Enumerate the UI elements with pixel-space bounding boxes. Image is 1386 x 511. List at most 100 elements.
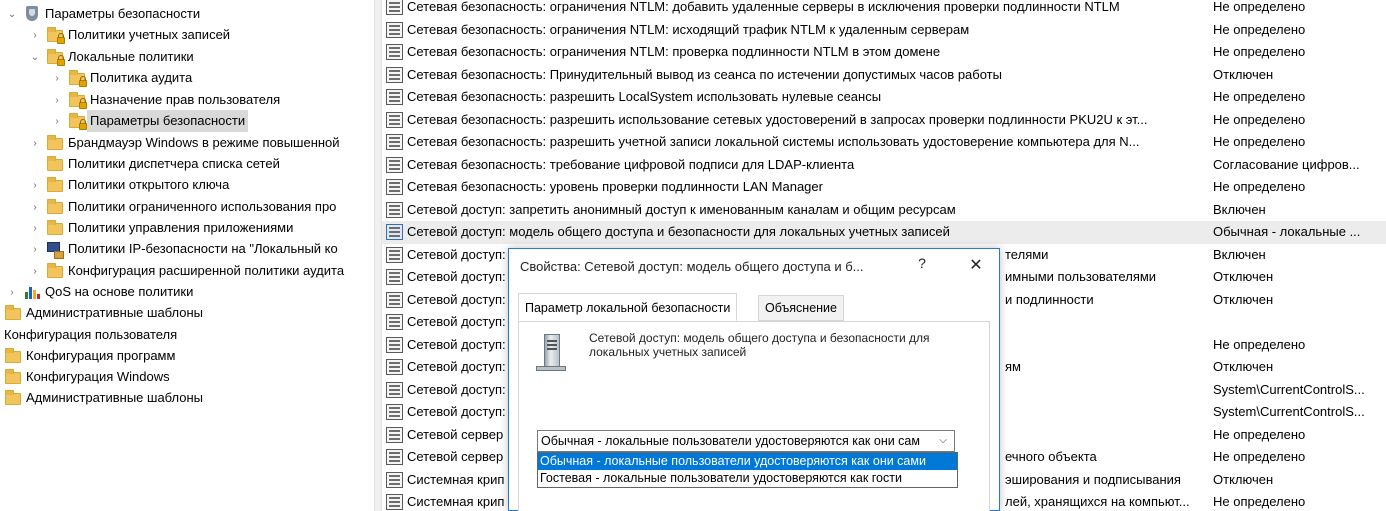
chevron-right-icon[interactable]: › xyxy=(5,285,19,299)
chevron-right-icon[interactable]: › xyxy=(28,221,42,235)
policy-row[interactable]: Сетевая безопасность: разрешить учетной … xyxy=(382,131,1386,154)
tree-item-firewall[interactable]: › Брандмауэр Windows в режиме повышенной xyxy=(28,132,340,154)
tree-item-local-policies[interactable]: ⌄ Локальные политики xyxy=(28,46,194,68)
chevron-right-icon[interactable]: › xyxy=(28,178,42,192)
policy-row[interactable]: Сетевая безопасность: ограничения NTLM: … xyxy=(382,0,1386,19)
folder-icon xyxy=(46,199,64,215)
tree-item-label: Политики IP-безопасности на "Локальный к… xyxy=(68,241,338,256)
policy-name: Сетевая безопасность: ограничения NTLM: … xyxy=(407,0,1120,15)
policy-row[interactable]: Сетевая безопасность: разрешить LocalSys… xyxy=(382,86,1386,109)
tree-item-admin-templates-computer[interactable]: Административные шаблоны xyxy=(4,302,203,324)
policy-name: Сетевой доступ: модель общего доступа и … xyxy=(407,224,950,240)
tree-item-software-settings[interactable]: Конфигурация программ xyxy=(4,345,175,367)
policy-setting: Не определено xyxy=(1213,179,1306,195)
tree-item-software-restriction[interactable]: › Политики ограниченного использования п… xyxy=(28,196,336,218)
tree-item-applocker[interactable]: › Политики управления приложениями xyxy=(28,217,293,239)
sharing-model-select[interactable]: Обычная - локальные пользователи удостов… xyxy=(537,430,955,452)
tree-item-network-list[interactable]: Политики диспетчера списка сетей xyxy=(28,153,280,175)
pane-splitter[interactable] xyxy=(374,0,382,511)
tree-item-label: Конфигурация расширенной политики аудита xyxy=(68,263,345,278)
chevron-right-icon[interactable]: › xyxy=(28,264,42,278)
policy-icon xyxy=(386,246,403,263)
policy-setting: Включен xyxy=(1213,201,1266,217)
select-value: Обычная - локальные пользователи удостов… xyxy=(541,434,920,448)
close-button[interactable]: ✕ xyxy=(964,255,988,277)
chevron-right-icon[interactable]: › xyxy=(28,28,42,42)
tree-item-windows-settings[interactable]: Конфигурация Windows xyxy=(4,366,170,388)
chevron-right-icon[interactable]: › xyxy=(50,93,64,107)
policy-row[interactable]: Сетевая безопасность: требование цифрово… xyxy=(382,154,1386,177)
policy-name: Сетевая безопасность: разрешить LocalSys… xyxy=(407,89,882,105)
ipsec-monitor-icon xyxy=(46,241,64,259)
tree-item-label: Назначение прав пользователя xyxy=(90,92,281,107)
tree-item-label: Конфигурация Windows xyxy=(26,369,170,384)
chevron-right-icon[interactable]: › xyxy=(50,71,64,85)
policy-row-selected[interactable]: Сетевой доступ: модель общего доступа и … xyxy=(382,221,1386,244)
policy-setting: Не определено xyxy=(1213,134,1306,150)
policy-icon xyxy=(386,494,403,510)
tree-item-qos[interactable]: › QoS на основе политики xyxy=(5,281,193,303)
folder-icon xyxy=(46,263,64,279)
policy-setting: Не определено xyxy=(1213,44,1306,60)
policy-row[interactable]: Сетевая безопасность: ограничения NTLM: … xyxy=(382,41,1386,64)
policy-icon xyxy=(386,471,403,488)
tree-item-user-rights[interactable]: › Назначение прав пользователя xyxy=(50,89,280,111)
tree-item-label: Локальные политики xyxy=(68,49,194,64)
folder-icon xyxy=(4,369,22,385)
folder-icon xyxy=(4,305,22,321)
policy-icon xyxy=(386,449,403,465)
help-button[interactable]: ? xyxy=(912,255,932,277)
policy-icon xyxy=(386,179,403,195)
tree-item-label: Брандмауэр Windows в режиме повышенной xyxy=(68,135,340,150)
tree-item-admin-templates-user[interactable]: Административные шаблоны xyxy=(4,387,203,409)
policy-row[interactable]: Сетевая безопасность: ограничения NTLM: … xyxy=(382,19,1386,42)
policy-icon xyxy=(386,291,403,308)
policy-row[interactable]: Сетевая безопасность: разрешить использо… xyxy=(382,109,1386,132)
policy-name: Сетевая безопасность: ограничения NTLM: … xyxy=(407,44,941,60)
option-guest-only[interactable]: Гостевая - локальные пользователи удосто… xyxy=(538,470,957,487)
chevron-right-icon[interactable]: › xyxy=(50,114,64,128)
policy-setting: System\CurrentControlS... xyxy=(1213,404,1365,420)
folder-icon xyxy=(46,156,64,172)
policy-icon xyxy=(386,359,403,375)
tree-item-advanced-audit[interactable]: › Конфигурация расширенной политики ауди… xyxy=(28,260,344,282)
tree-item-label: Конфигурация пользователя xyxy=(4,327,178,342)
policy-setting: Обычная - локальные ... xyxy=(1213,224,1361,240)
chevron-down-icon[interactable]: ⌄ xyxy=(5,7,19,21)
tree-item-label: Политики учетных записей xyxy=(68,27,231,42)
tab-explanation[interactable]: Объяснение xyxy=(758,295,844,321)
tree-item-user-configuration[interactable]: Конфигурация пользователя xyxy=(4,324,177,346)
tree-item-account-policies[interactable]: › Политики учетных записей xyxy=(28,24,230,46)
tree-item-label: Политики открытого ключа xyxy=(68,177,230,192)
policy-row[interactable]: Сетевая безопасность: уровень проверки п… xyxy=(382,176,1386,199)
policy-name: Сетевая безопасность: Принудительный выв… xyxy=(407,66,1002,82)
chevron-right-icon[interactable]: › xyxy=(28,242,42,256)
policy-name: Сетевая безопасность: разрешить учетной … xyxy=(407,134,1140,150)
chevron-right-icon[interactable]: › xyxy=(28,200,42,214)
folder-icon xyxy=(46,177,64,193)
tree-item-ipsec[interactable]: › Политики IP-безопасности на "Локальный… xyxy=(28,238,338,260)
chevron-right-icon[interactable]: › xyxy=(28,136,42,150)
folder-icon xyxy=(46,220,64,236)
tree-item-label: QoS на основе политики xyxy=(45,284,194,299)
tree-item-security-options[interactable]: › Параметры безопасности xyxy=(50,110,249,132)
tree-item-public-key[interactable]: › Политики открытого ключа xyxy=(28,174,229,196)
chevron-down-icon[interactable]: ⌄ xyxy=(28,50,42,64)
policy-setting: Согласование цифров... xyxy=(1213,156,1360,172)
policy-name-tail: лей, хранящихся на компьют... xyxy=(1005,494,1190,510)
tree-item-label: Политика аудита xyxy=(90,70,193,85)
tab-local-security-setting[interactable]: Параметр локальной безопасности xyxy=(518,293,738,321)
chevron-down-icon[interactable]: ⌵ xyxy=(934,431,952,451)
dialog-title: Свойства: Сетевой доступ: модель общего … xyxy=(520,259,864,274)
policy-name: Сетевая безопасность: разрешить использо… xyxy=(407,111,1148,127)
option-classic[interactable]: Обычная - локальные пользователи удостов… xyxy=(538,453,957,470)
policy-icon xyxy=(386,89,403,105)
folder-icon xyxy=(4,348,22,364)
policy-icon xyxy=(386,134,403,150)
policy-icon xyxy=(386,201,403,218)
policy-row[interactable]: Сетевая безопасность: Принудительный выв… xyxy=(382,64,1386,87)
locked-folder-icon xyxy=(68,70,87,87)
policy-row[interactable]: Сетевой доступ: запретить анонимный дост… xyxy=(382,199,1386,222)
tree-item-audit-policy[interactable]: › Политика аудита xyxy=(50,67,192,89)
tree-item-security-settings[interactable]: ⌄ Параметры безопасности xyxy=(5,3,200,25)
